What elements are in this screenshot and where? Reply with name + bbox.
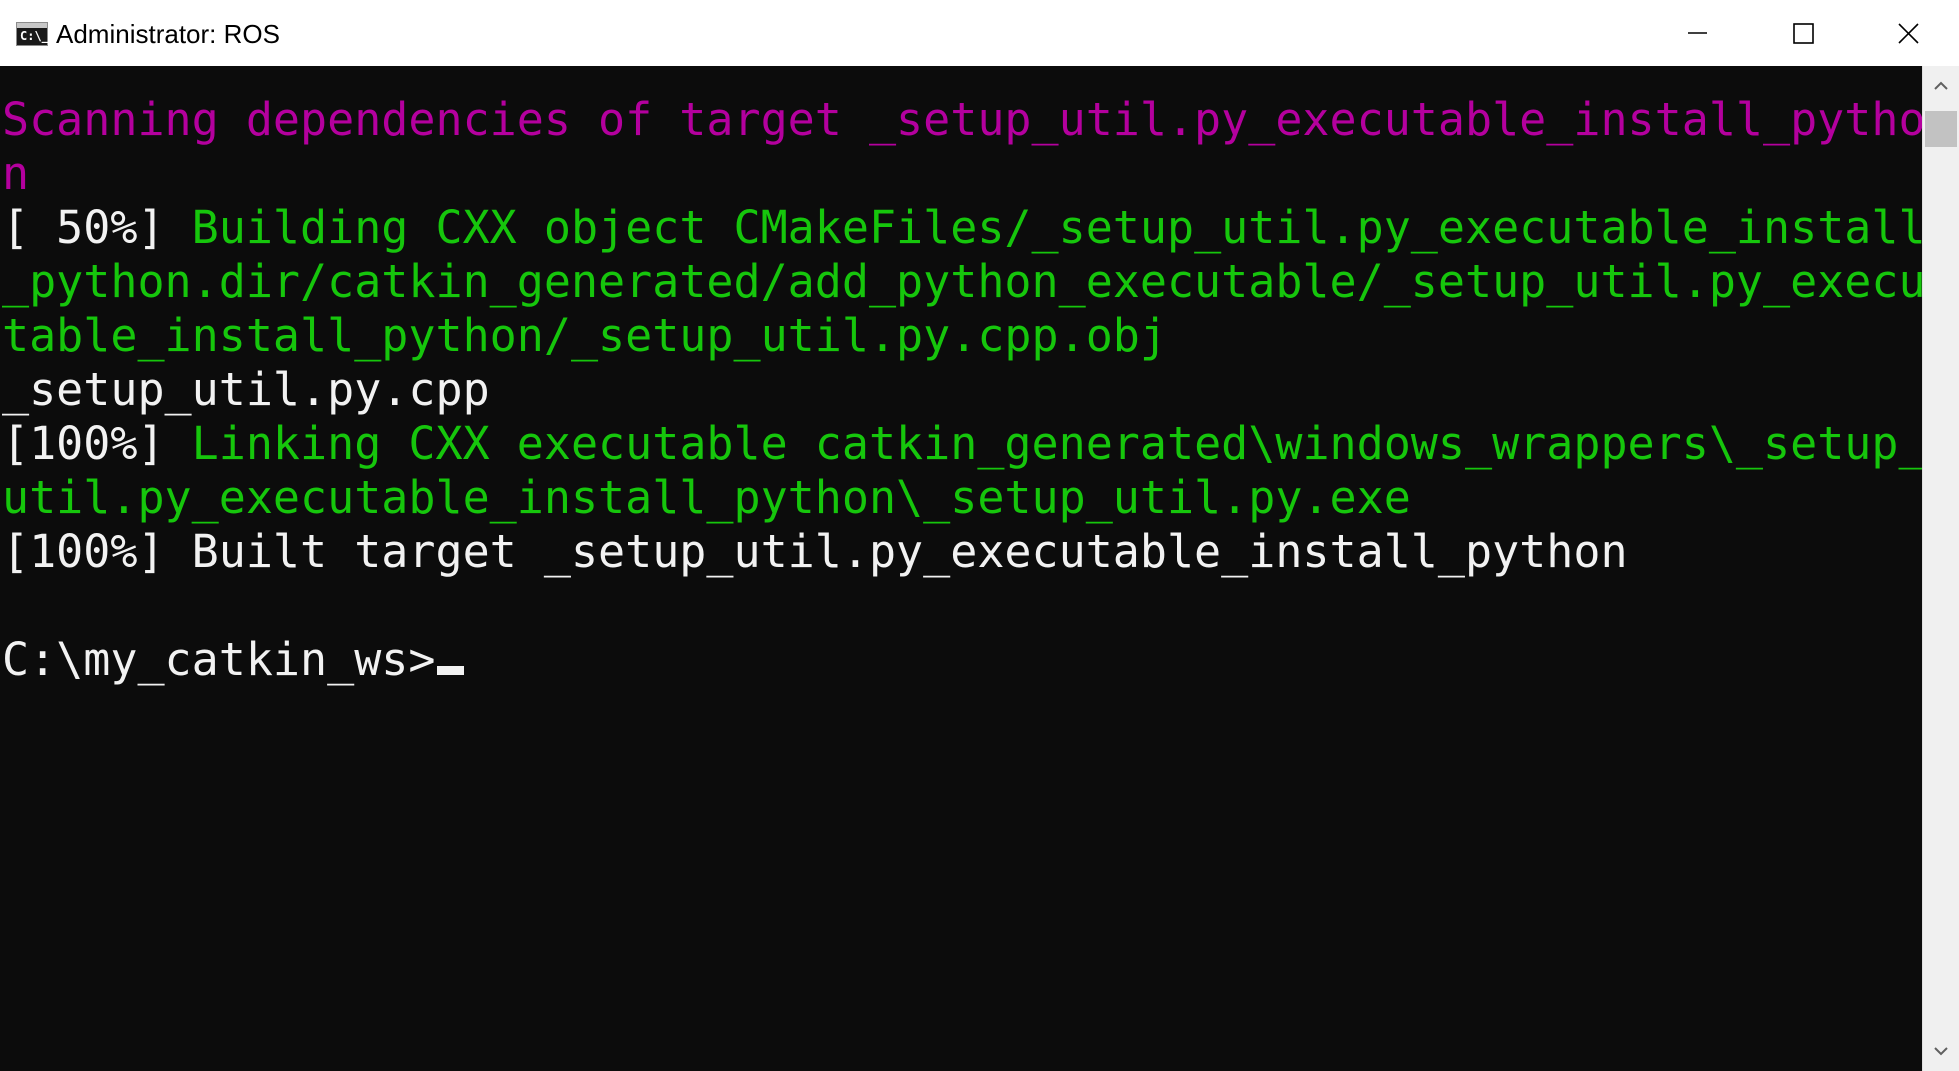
console-text: table_install_python/_setup_util.py.cpp.… <box>2 309 1167 362</box>
console-line: util.py_executable_install_python\_setup… <box>2 471 1411 525</box>
console-line: table_install_python/_setup_util.py.cpp.… <box>2 309 1167 363</box>
scroll-thumb[interactable] <box>1925 111 1957 147</box>
chevron-down-icon <box>1934 1047 1948 1056</box>
scroll-down-button[interactable] <box>1923 1031 1959 1071</box>
console-text: Building CXX object CMakeFiles/_setup_ut… <box>191 201 1922 254</box>
console-text: _python.dir/catkin_generated/add_python_… <box>2 255 1922 308</box>
scroll-up-button[interactable] <box>1923 66 1959 106</box>
minimize-icon <box>1688 32 1707 34</box>
console-text: Linking CXX executable catkin_generated\… <box>191 417 1922 470</box>
console-line: [100%] Linking CXX executable catkin_gen… <box>2 417 1922 471</box>
console-window: C:\_ Administrator: ROS Scanning depende… <box>0 0 1959 1071</box>
text-cursor <box>437 666 465 675</box>
console-output[interactable]: Scanning dependencies of target _setup_u… <box>0 66 1922 1071</box>
console-line: n <box>2 147 29 201</box>
title-bar[interactable]: C:\_ Administrator: ROS <box>0 0 1959 67</box>
cmd-icon-text: C:\_ <box>20 29 49 43</box>
console-line: _python.dir/catkin_generated/add_python_… <box>2 255 1922 309</box>
maximize-icon <box>1793 23 1814 44</box>
close-icon <box>1898 23 1919 44</box>
vertical-scrollbar[interactable] <box>1922 66 1959 1071</box>
console-line: _setup_util.py.cpp <box>2 363 490 417</box>
maximize-button[interactable] <box>1750 0 1856 66</box>
console-line: C:\my_catkin_ws> <box>2 633 465 687</box>
chevron-up-icon <box>1934 81 1948 90</box>
console-text: _setup_util.py.cpp <box>2 363 490 416</box>
console-line: [ 50%] Building CXX object CMakeFiles/_s… <box>2 201 1922 255</box>
console-text: n <box>2 147 30 200</box>
console-line: Scanning dependencies of target _setup_u… <box>2 93 1922 147</box>
window-title: Administrator: ROS <box>56 19 280 49</box>
close-button[interactable] <box>1856 0 1959 66</box>
console-line: [100%] Built target _setup_util.py_execu… <box>2 525 1628 579</box>
console-text: C:\my_catkin_ws> <box>2 633 436 686</box>
console-text: Scanning dependencies of target _setup_u… <box>2 93 1922 146</box>
console-text: [100%] <box>2 417 192 470</box>
console-text: util.py_executable_install_python\_setup… <box>2 471 1411 524</box>
minimize-button[interactable] <box>1644 0 1750 66</box>
console-text: [100%] Built target _setup_util.py_execu… <box>2 525 1628 578</box>
console-text: [ 50%] <box>2 201 192 254</box>
cmd-icon[interactable]: C:\_ <box>16 22 49 46</box>
